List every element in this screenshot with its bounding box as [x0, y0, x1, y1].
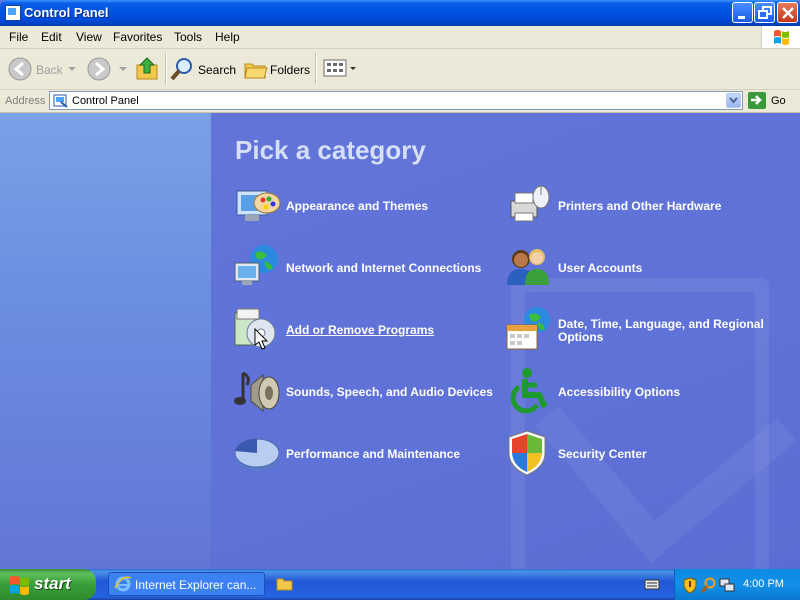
taskbar: start Internet Explorer can... 4:00 PM — [0, 569, 800, 600]
clock[interactable]: 4:00 PM — [743, 578, 784, 590]
back-button[interactable]: Back — [8, 55, 78, 83]
category-accessibility-options[interactable]: Accessibility Options — [505, 367, 775, 414]
category-printers-hardware[interactable]: Printers and Other Hardware — [505, 181, 775, 227]
forward-dropdown-icon — [119, 67, 127, 71]
category-date-time-language-regional[interactable]: Date, Time, Language, and Regional Optio… — [505, 305, 775, 351]
folders-icon — [244, 63, 268, 79]
internet-explorer-icon — [114, 576, 132, 592]
back-dropdown-icon — [68, 67, 76, 71]
network-tray-icon[interactable] — [719, 577, 735, 593]
address-label: Address — [5, 95, 46, 107]
quick-launch-folder[interactable] — [276, 575, 294, 593]
category-label: User Accounts — [558, 261, 643, 275]
go-arrow-icon — [748, 92, 766, 109]
search-tray-icon[interactable] — [701, 577, 717, 593]
go-label: Go — [771, 95, 786, 107]
folder-icon — [276, 578, 293, 591]
category-label: Appearance and Themes — [286, 199, 429, 213]
pie-chart-icon — [234, 438, 280, 471]
restore-button[interactable] — [754, 2, 775, 23]
wheelchair-icon — [510, 368, 548, 414]
appearance-themes-icon — [236, 190, 281, 221]
address-value: Control Panel — [72, 95, 139, 107]
category-view: Pick a category Appearance and Themes Pr… — [211, 113, 800, 569]
restore-icon — [758, 6, 772, 19]
taskbar-item-internet-explorer[interactable]: Internet Explorer can... — [108, 572, 265, 596]
folders-button[interactable]: Folders — [243, 55, 311, 83]
users-icon — [507, 249, 549, 285]
views-button[interactable] — [322, 55, 358, 83]
back-label: Back — [36, 63, 63, 77]
keyboard-tray-icon[interactable] — [644, 577, 660, 591]
menu-favorites[interactable]: Favorites — [113, 30, 162, 44]
control-panel-window-icon[interactable] — [5, 5, 21, 21]
security-shield-tray-icon[interactable] — [682, 577, 698, 593]
go-button[interactable]: Go — [747, 92, 786, 110]
calendar-globe-icon — [506, 307, 550, 350]
category-security-center[interactable]: Security Center — [505, 429, 775, 476]
minimize-button[interactable] — [732, 2, 753, 23]
page-title: Pick a category — [235, 135, 426, 165]
close-icon — [782, 7, 794, 19]
start-label: start — [34, 574, 71, 593]
toolbar-separator — [165, 53, 167, 85]
category-appearance-themes[interactable]: Appearance and Themes — [233, 181, 503, 227]
toolbar-separator — [315, 53, 317, 85]
menu-bar: File Edit View Favorites Tools Help — [0, 26, 800, 49]
category-sounds-speech-audio[interactable]: Sounds, Speech, and Audio Devices — [233, 367, 503, 413]
menu-edit[interactable]: Edit — [41, 30, 62, 44]
system-tray: 4:00 PM — [674, 569, 800, 600]
folders-label: Folders — [270, 63, 311, 77]
category-label: Security Center — [558, 447, 647, 461]
menu-help[interactable]: Help — [215, 30, 240, 44]
printer-mouse-icon — [510, 185, 550, 222]
category-label: Date, Time, Language, and Regional Optio… — [558, 317, 764, 344]
speaker-note-icon — [234, 371, 280, 413]
shield-icon — [508, 430, 546, 476]
category-label: Add or Remove Programs — [286, 323, 435, 337]
category-label: Accessibility Options — [558, 385, 681, 399]
left-task-pane — [0, 113, 211, 569]
windows-flag-logo-icon — [761, 26, 800, 48]
network-globe-icon — [234, 245, 278, 285]
close-button[interactable] — [777, 2, 798, 23]
minimize-icon — [738, 16, 745, 19]
forward-arrow-icon — [87, 57, 111, 81]
category-performance-maintenance[interactable]: Performance and Maintenance — [233, 429, 503, 475]
category-label: Performance and Maintenance — [286, 447, 461, 461]
address-dropdown-button[interactable] — [726, 93, 741, 108]
category-label: Printers and Other Hardware — [558, 199, 722, 213]
title-bar[interactable]: Control Panel — [0, 0, 800, 26]
menu-view[interactable]: View — [76, 30, 102, 44]
forward-button[interactable] — [87, 55, 129, 83]
folder-up-icon — [136, 57, 158, 80]
windows-flag-icon — [10, 576, 29, 595]
taskbar-item-label: Internet Explorer can... — [135, 578, 257, 592]
address-field[interactable]: Control Panel — [49, 91, 743, 110]
views-grid-icon — [323, 59, 356, 77]
category-add-remove-programs[interactable]: Add or Remove Programs — [233, 305, 503, 351]
category-user-accounts[interactable]: User Accounts — [505, 243, 775, 289]
menu-tools[interactable]: Tools — [174, 30, 202, 44]
search-label: Search — [198, 63, 237, 77]
category-label: Sounds, Speech, and Audio Devices — [286, 385, 493, 399]
search-icon — [170, 58, 192, 81]
chevron-down-icon — [729, 97, 738, 104]
install-cd-icon — [234, 308, 276, 350]
menu-file[interactable]: File — [9, 30, 28, 44]
address-bar: Address Control Panel Go — [0, 90, 800, 113]
search-button[interactable]: Search — [170, 55, 236, 83]
window-title: Control Panel — [24, 5, 109, 20]
back-arrow-icon — [8, 57, 32, 81]
up-folder-button[interactable] — [135, 55, 161, 83]
control-panel-icon — [53, 94, 68, 108]
category-network-internet[interactable]: Network and Internet Connections — [233, 243, 503, 289]
start-button[interactable]: start — [0, 569, 96, 600]
toolbar: Back Search Folders — [0, 49, 800, 90]
category-label: Network and Internet Connections — [286, 261, 482, 275]
keyboard-icon — [644, 579, 660, 590]
